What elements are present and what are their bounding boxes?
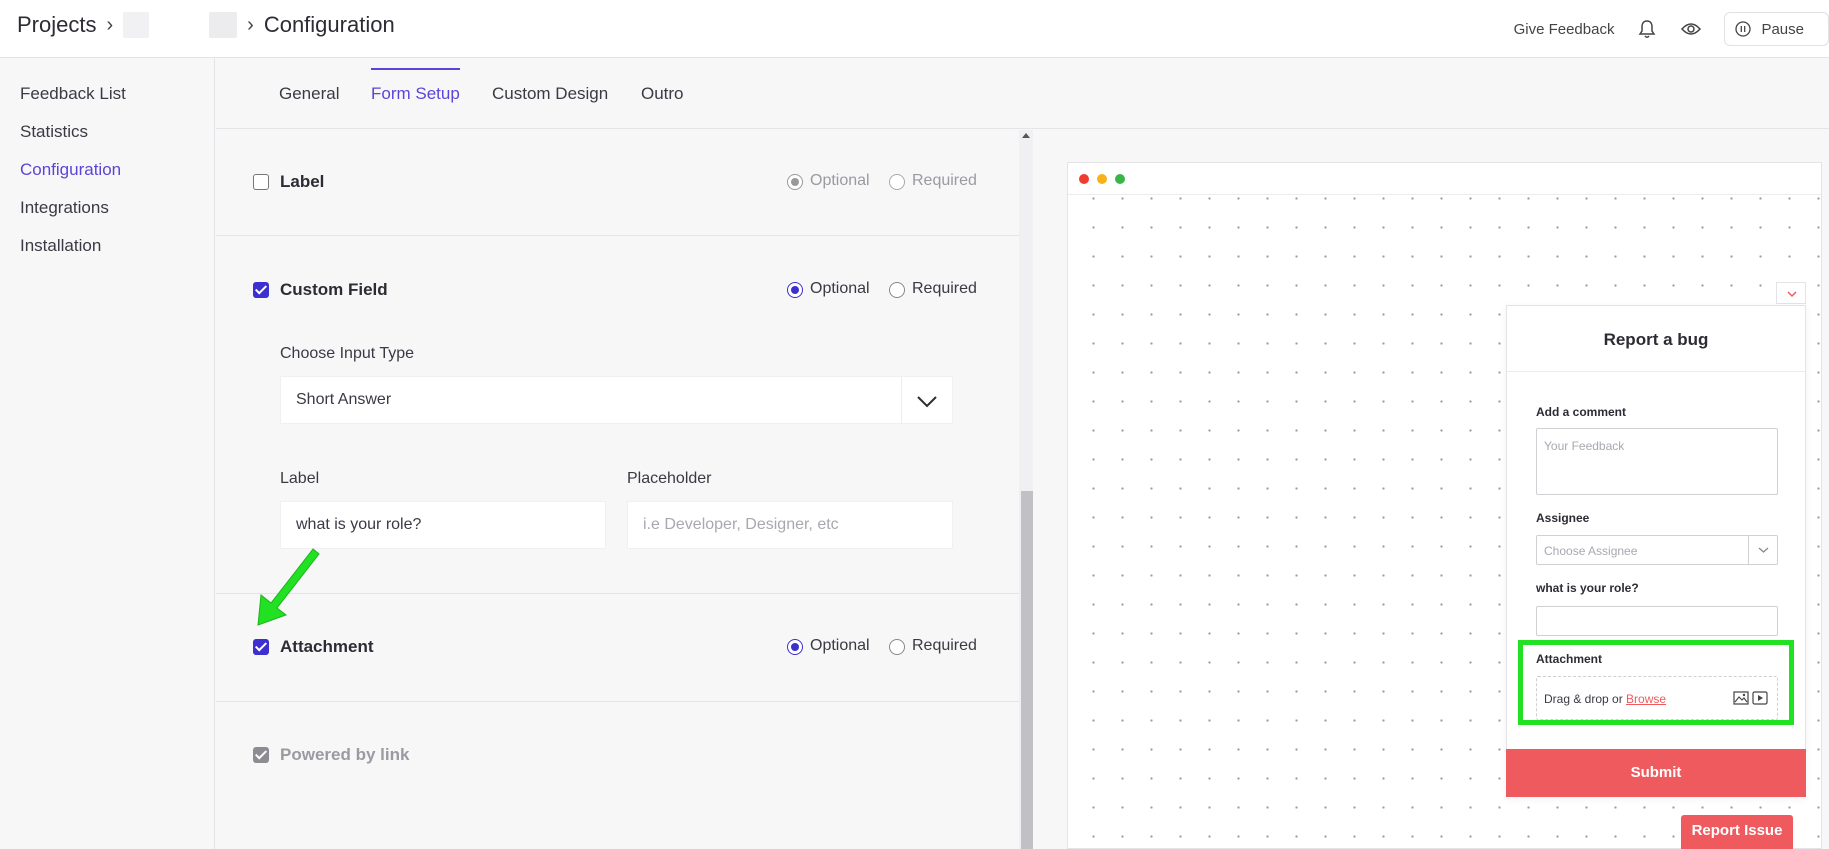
assignee-label: Assignee — [1536, 511, 1590, 525]
label-required-radio[interactable] — [889, 174, 905, 190]
pause-label: Pause — [1761, 20, 1804, 38]
attachment-highlight-box — [1518, 640, 1794, 725]
chevron-down-icon — [1758, 547, 1769, 553]
custom-field-required-label: Required — [912, 280, 977, 297]
input-type-label: Choose Input Type — [280, 345, 415, 362]
custom-field-preview-input[interactable] — [1536, 606, 1778, 636]
sidebar: Feedback List Statistics Configuration I… — [0, 58, 215, 849]
divider — [216, 701, 1019, 702]
comment-textarea[interactable]: Your Feedback — [1536, 428, 1778, 495]
placeholder-input[interactable]: i.e Developer, Designer, etc — [627, 501, 953, 549]
attachment-title: Attachment — [280, 637, 374, 656]
minimize-dot-icon — [1097, 174, 1107, 184]
tab-custom-design[interactable]: Custom Design — [492, 84, 608, 104]
custom-field-checkbox[interactable] — [253, 282, 269, 298]
attachment-checkbox[interactable] — [253, 639, 269, 655]
powered-by-checkbox — [253, 747, 269, 763]
custom-field-preview-label: what is your role? — [1536, 581, 1639, 595]
report-issue-button[interactable]: Report Issue — [1681, 815, 1793, 849]
maximize-dot-icon — [1115, 174, 1125, 184]
input-type-value: Short Answer — [296, 391, 392, 408]
widget-title: Report a bug — [1603, 330, 1709, 349]
tab-outro[interactable]: Outro — [641, 84, 684, 104]
chevron-down-icon — [917, 396, 937, 408]
bell-icon[interactable] — [1636, 18, 1658, 40]
assignee-select[interactable]: Choose Assignee — [1536, 535, 1778, 565]
custom-label-label: Label — [280, 470, 320, 487]
custom-field-title: Custom Field — [280, 280, 388, 299]
sidebar-item-feedback-list[interactable]: Feedback List — [20, 84, 126, 104]
browser-bar — [1068, 163, 1821, 195]
comment-label: Add a comment — [1536, 405, 1627, 419]
redacted-project-name-2[interactable] — [209, 12, 238, 38]
attachment-optional-label: Optional — [810, 637, 870, 654]
comment-placeholder: Your Feedback — [1544, 439, 1625, 453]
pause-icon — [1735, 21, 1752, 37]
divider — [216, 235, 1019, 236]
custom-label-value: what is your role? — [296, 516, 422, 533]
eye-icon[interactable] — [1680, 18, 1702, 40]
label-optional-label: Optional — [810, 172, 870, 189]
chevron-right-icon: › — [247, 13, 254, 36]
sidebar-item-statistics[interactable]: Statistics — [20, 122, 88, 142]
chevron-down-icon — [1787, 291, 1797, 298]
annotation-arrow-icon — [257, 548, 320, 626]
submit-button[interactable]: Submit — [1506, 749, 1806, 797]
tab-form-setup[interactable]: Form Setup — [371, 84, 460, 104]
widget-collapse-button[interactable] — [1776, 282, 1806, 304]
assignee-placeholder: Choose Assignee — [1544, 544, 1638, 558]
widget-divider — [1507, 371, 1805, 372]
divider — [216, 593, 1019, 594]
placeholder-hint: i.e Developer, Designer, etc — [643, 516, 839, 533]
powered-by-title: Powered by link — [280, 745, 410, 764]
close-dot-icon — [1079, 174, 1089, 184]
custom-label-input[interactable]: what is your role? — [280, 501, 606, 549]
label-required-label: Required — [912, 172, 977, 189]
top-actions: Give Feedback Pause — [1514, 9, 1829, 49]
active-tab-indicator — [371, 68, 460, 70]
breadcrumb: Projects › › Configuration — [17, 12, 395, 38]
custom-field-required-radio[interactable] — [889, 282, 905, 298]
scrollbar-thumb[interactable] — [1021, 491, 1033, 849]
input-type-select[interactable]: Short Answer — [280, 376, 953, 425]
form-setup-panel — [216, 130, 1019, 849]
sidebar-item-configuration[interactable]: Configuration — [20, 160, 121, 180]
attachment-required-label: Required — [912, 637, 977, 654]
placeholder-label: Placeholder — [627, 470, 712, 487]
select-divider — [1748, 536, 1749, 564]
custom-field-optional-radio[interactable] — [787, 282, 803, 298]
label-optional-radio[interactable] — [787, 174, 803, 190]
sidebar-item-installation[interactable]: Installation — [20, 236, 101, 256]
select-divider — [901, 377, 902, 425]
label-row-title: Label — [280, 172, 325, 191]
sidebar-item-integrations[interactable]: Integrations — [20, 198, 109, 218]
top-bar: Projects › › Configuration Give Feedback… — [0, 0, 1829, 58]
label-checkbox[interactable] — [253, 174, 269, 190]
tab-general[interactable]: General — [279, 84, 339, 104]
chevron-right-icon: › — [106, 13, 114, 36]
attachment-required-radio[interactable] — [889, 639, 905, 655]
attachment-optional-radio[interactable] — [787, 639, 803, 655]
give-feedback-link[interactable]: Give Feedback — [1514, 21, 1615, 38]
breadcrumb-current: Configuration — [263, 12, 395, 37]
scroll-up-arrow-icon[interactable] — [1022, 133, 1030, 138]
redacted-project-name[interactable] — [123, 12, 150, 38]
breadcrumb-projects[interactable]: Projects — [17, 12, 96, 38]
pause-button[interactable]: Pause — [1724, 12, 1829, 46]
custom-field-optional-label: Optional — [810, 280, 870, 297]
